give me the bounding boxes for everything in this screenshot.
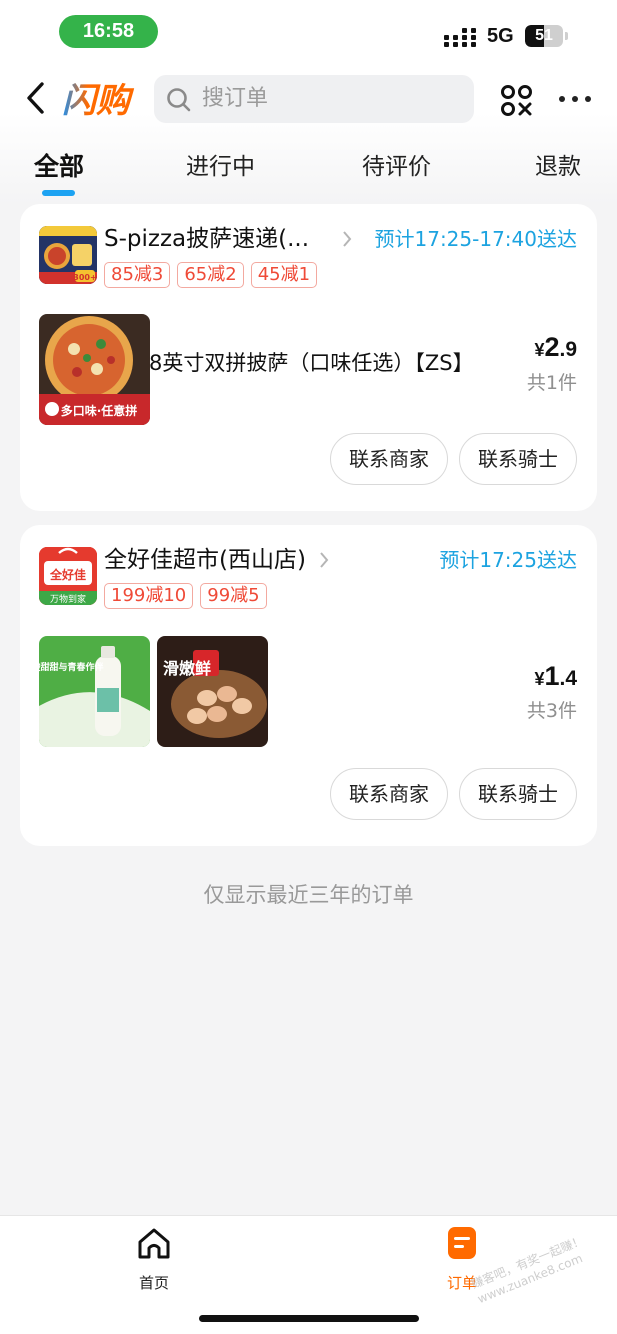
chevron-left-icon	[27, 82, 44, 114]
product-image[interactable]: 滑嫩鲜	[157, 636, 268, 747]
logo-badge: 300+	[73, 273, 96, 282]
price-decimal: .9	[559, 338, 577, 361]
more-dot-icon	[572, 96, 578, 102]
product-image[interactable]: 酸酸甜甜与青春作伴	[39, 636, 150, 747]
order-price: ¥1.4	[534, 661, 577, 692]
shop-logo[interactable]: 全好佳 万物到家	[39, 547, 97, 605]
pizza-shop-logo-icon: 300+	[39, 226, 97, 284]
contact-rider-button[interactable]: 联系骑士	[459, 433, 577, 485]
scan-code-icon	[501, 85, 532, 116]
delivery-eta: 预计17:25送达	[439, 548, 577, 572]
tab-all[interactable]: 全部	[34, 150, 84, 184]
battery-icon: 51	[525, 25, 563, 47]
back-button[interactable]	[22, 80, 50, 116]
home-icon	[138, 1228, 170, 1259]
tab-refund[interactable]: 退款	[535, 150, 581, 184]
shop-logo[interactable]: 300+	[39, 226, 97, 284]
network-label: 5G	[487, 25, 514, 47]
status-time: 16:58	[59, 15, 158, 48]
price-integer: 1	[544, 661, 560, 691]
shangou-logo-icon: 闪购	[62, 81, 135, 121]
item-name: 8英寸双拼披萨（口味任选）【ZS】	[149, 351, 474, 375]
eggs-image: 滑嫩鲜	[157, 636, 268, 747]
order-card[interactable]: 300+ S-pizza披萨速递(... 预计17:25-17:40送达 85减…	[20, 204, 597, 511]
nav-label: 首页	[138, 1274, 169, 1292]
battery-level: 51	[535, 27, 553, 44]
price-symbol: ¥	[534, 669, 545, 689]
logo-subtext: 万物到家	[50, 593, 86, 605]
image-caption: 酸酸甜甜与青春作伴	[39, 661, 104, 673]
discount-tag: 45减1	[250, 262, 318, 288]
discount-tag: 99减5	[200, 583, 267, 609]
shop-name[interactable]: S-pizza披萨速递(...	[104, 222, 309, 256]
price-decimal: .4	[559, 667, 577, 690]
battery-tip	[565, 32, 568, 40]
discount-tags: 85减3 65减2 45减1	[104, 262, 318, 288]
signal-icon	[444, 27, 478, 47]
more-dot-icon	[585, 96, 591, 102]
logo-text: 全好佳	[49, 567, 86, 582]
tab-in-progress[interactable]: 进行中	[186, 150, 255, 184]
contact-rider-button[interactable]: 联系骑士	[459, 768, 577, 820]
history-note: 仅显示最近三年的订单	[203, 883, 414, 907]
more-dot-icon	[559, 96, 565, 102]
scan-button[interactable]	[500, 84, 533, 117]
item-count: 共1件	[526, 372, 577, 394]
discount-tags: 199减10 99减5	[104, 583, 267, 609]
delivery-eta: 预计17:25-17:40送达	[374, 227, 578, 251]
tab-to-review[interactable]: 待评价	[362, 150, 431, 184]
brand-logo: 闪购	[62, 76, 142, 121]
contact-merchant-button[interactable]: 联系商家	[330, 768, 448, 820]
product-image[interactable]: 多口味·任意拼	[39, 314, 150, 425]
search-icon	[167, 88, 191, 112]
discount-tag: 199减10	[104, 583, 194, 609]
supermarket-logo-icon: 全好佳 万物到家	[39, 547, 97, 605]
chevron-right-icon	[343, 231, 352, 247]
order-icon	[448, 1227, 476, 1259]
search-placeholder: 搜订单	[202, 86, 269, 111]
price-symbol: ¥	[534, 340, 545, 360]
image-caption: 多口味·任意拼	[61, 403, 138, 418]
chevron-right-icon	[320, 552, 329, 568]
discount-tag: 85减3	[104, 262, 171, 288]
contact-merchant-button[interactable]: 联系商家	[330, 433, 448, 485]
pizza-image: 多口味·任意拼	[39, 314, 150, 425]
order-card[interactable]: 全好佳 万物到家 全好佳超市(西山店) 预计17:25送达 199减10 99减…	[20, 525, 597, 846]
price-integer: 2	[544, 332, 560, 362]
discount-tag: 65减2	[177, 262, 244, 288]
home-indicator	[199, 1315, 419, 1322]
search-input[interactable]: 搜订单	[154, 75, 474, 123]
image-caption: 滑嫩鲜	[163, 659, 211, 678]
item-count: 共3件	[526, 700, 577, 722]
shop-name[interactable]: 全好佳超市(西山店)	[104, 543, 306, 577]
more-button[interactable]	[559, 92, 593, 106]
yogurt-drink-image: 酸酸甜甜与青春作伴	[39, 636, 150, 747]
order-price: ¥2.9	[534, 332, 577, 363]
brand-text: 闪购	[62, 81, 135, 120]
tab-indicator	[42, 190, 75, 196]
